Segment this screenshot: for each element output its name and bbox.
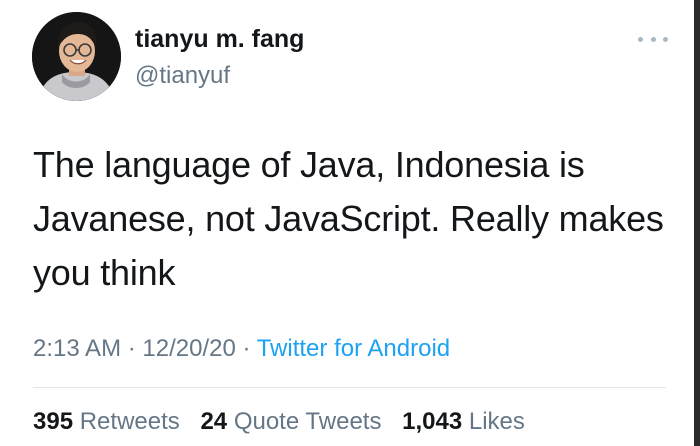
quote-tweets-stat[interactable]: 24 Quote Tweets — [200, 408, 381, 435]
quote-tweets-count: 24 — [200, 408, 228, 435]
dot — [638, 36, 643, 42]
more-options-icon[interactable] — [638, 28, 668, 50]
tweet-card: tianyu m. fang @tianyuf The language of … — [0, 0, 700, 446]
likes-stat[interactable]: 1,043 Likes — [402, 408, 525, 435]
retweets-stat[interactable]: 395 Retweets — [33, 408, 180, 435]
tweet-date: 12/20/20 — [142, 335, 236, 362]
avatar[interactable] — [32, 12, 121, 101]
screen-edge — [694, 0, 700, 446]
tweet-time: 2:13 AM — [33, 335, 122, 362]
meta-separator: · — [121, 335, 143, 362]
likes-label: Likes — [468, 408, 525, 435]
tweet-source-link[interactable]: Twitter for Android — [257, 335, 450, 362]
retweets-label: Retweets — [79, 408, 180, 435]
tweet-text-line: Javanese, not JavaScript. Really makes — [33, 198, 664, 239]
tweet-text-line: The language of Java, Indonesia is — [33, 144, 585, 185]
tweet-text: The language of Java, Indonesia is Javan… — [33, 138, 673, 300]
likes-count: 1,043 — [402, 408, 463, 435]
tweet-stats: 395 Retweets 24 Quote Tweets 1,043 Likes — [33, 408, 539, 436]
tweet-meta: 2:13 AM · 12/20/20 · Twitter for Android — [33, 335, 450, 363]
profile-photo-icon — [32, 12, 121, 101]
dot — [650, 36, 656, 42]
dot — [663, 36, 668, 42]
author-handle[interactable]: @tianyuf — [135, 62, 230, 90]
meta-separator: · — [235, 335, 257, 362]
tweet-text-line: you think — [33, 252, 176, 293]
divider — [33, 387, 666, 388]
retweets-count: 395 — [33, 408, 74, 435]
author-display-name[interactable]: tianyu m. fang — [135, 25, 304, 54]
quote-tweets-label: Quote Tweets — [233, 408, 382, 435]
